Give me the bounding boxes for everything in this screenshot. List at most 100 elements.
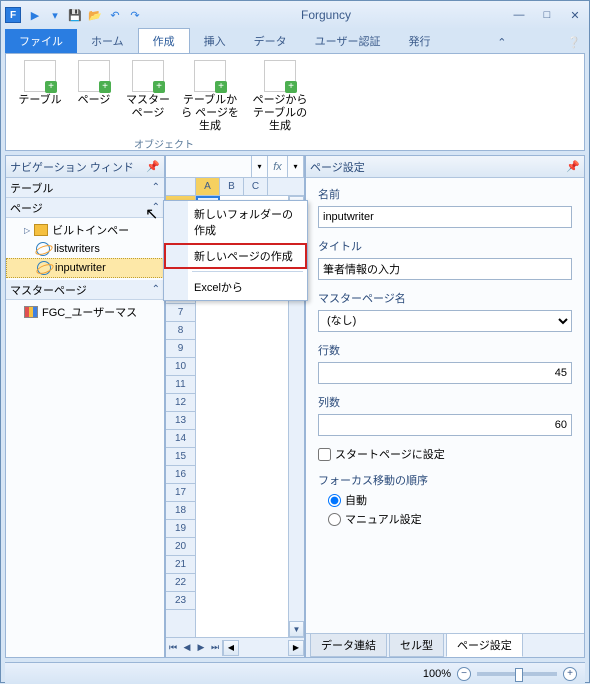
zoom-in-button[interactable]: +	[563, 667, 577, 681]
row-header[interactable]: 10	[166, 358, 195, 376]
ribbon-page-to-table[interactable]: ページから テーブルの生成	[246, 58, 314, 136]
name-box[interactable]	[166, 156, 252, 177]
table-to-page-icon	[194, 60, 226, 92]
row-header[interactable]: 19	[166, 520, 195, 538]
row-header[interactable]: 22	[166, 574, 195, 592]
quick-access-toolbar: ▶ ▾ 💾 📂 ↶ ↷	[27, 7, 143, 23]
row-header[interactable]: 20	[166, 538, 195, 556]
help-icon[interactable]: ❔	[559, 32, 589, 53]
minimize-button[interactable]: ―	[509, 7, 529, 23]
undo-icon[interactable]: ↶	[107, 7, 123, 23]
title-bar: F ▶ ▾ 💾 📂 ↶ ↷ Forguncy ― □ ✕	[1, 1, 589, 29]
tab-insert[interactable]: 挿入	[190, 29, 240, 53]
close-button[interactable]: ✕	[565, 7, 585, 23]
ribbon-tabs: ファイル ホーム 作成 挿入 データ ユーザー認証 発行 ⌃ ❔	[1, 29, 589, 53]
tab-create[interactable]: 作成	[138, 28, 190, 53]
tab-home[interactable]: ホーム	[77, 29, 138, 53]
scroll-right-icon[interactable]: ▶	[288, 640, 304, 656]
select-master[interactable]: (なし)	[318, 310, 572, 332]
tree-item-inputwriter[interactable]: inputwriter	[6, 258, 164, 278]
row-header[interactable]: 15	[166, 448, 195, 466]
col-header-a[interactable]: A	[196, 178, 220, 195]
row-header[interactable]: 16	[166, 466, 195, 484]
menu-from-excel[interactable]: Excelから	[164, 274, 307, 300]
run-icon[interactable]: ▶	[27, 7, 43, 23]
status-bar: 100% − +	[5, 662, 585, 684]
open-icon[interactable]: 📂	[87, 7, 103, 23]
menu-new-page[interactable]: 新しいページの作成	[164, 243, 307, 269]
row-header[interactable]: 17	[166, 484, 195, 502]
property-tabs: データ連結 セル型 ページ設定	[306, 633, 584, 657]
ribbon-new-table[interactable]: テーブル	[14, 58, 66, 136]
row-header[interactable]: 23	[166, 592, 195, 610]
redo-icon[interactable]: ↷	[127, 7, 143, 23]
section-table[interactable]: テーブル⌃	[6, 178, 164, 198]
col-header-b[interactable]: B	[220, 178, 244, 195]
tab-page-settings[interactable]: ページ設定	[446, 633, 523, 657]
input-name[interactable]	[318, 206, 572, 228]
props-header: ページ設定 📌	[306, 156, 584, 178]
tab-auth[interactable]: ユーザー認証	[301, 29, 395, 53]
radio-manual[interactable]	[328, 513, 341, 526]
fx-icon[interactable]: fx	[268, 156, 288, 177]
row-header[interactable]: 12	[166, 394, 195, 412]
label-name: 名前	[318, 186, 572, 202]
label-master: マスターページ名	[318, 290, 572, 306]
expand-icon[interactable]: ▷	[24, 226, 30, 235]
section-page[interactable]: ページ⌃	[6, 198, 164, 218]
tree-item-fgc-user[interactable]: FGC_ユーザーマス	[6, 302, 164, 322]
formula-dropdown[interactable]: ▾	[288, 156, 304, 177]
sheet-prev-icon[interactable]: ◀	[180, 642, 194, 653]
ribbon-body: テーブル ページ マスター ページ テーブルから ページを生成 ページから テー…	[5, 53, 585, 151]
sheet-last-icon[interactable]: ⏭	[208, 642, 222, 653]
input-title[interactable]	[318, 258, 572, 280]
select-all-corner[interactable]	[166, 178, 196, 196]
row-header[interactable]: 11	[166, 376, 195, 394]
chevron-up-icon: ⌃	[152, 182, 160, 193]
row-header[interactable]: 8	[166, 322, 195, 340]
tree-builtin-pages[interactable]: ▷ ビルトインペー	[6, 220, 164, 240]
properties-panel: ページ設定 📌 名前 タイトル マスターページ名 (なし) 行数 列数	[305, 155, 585, 658]
ribbon-collapse-icon[interactable]: ⌃	[489, 32, 514, 53]
sheet-first-icon[interactable]: ⏮	[166, 642, 180, 653]
scroll-left-icon[interactable]: ◀	[223, 640, 239, 656]
col-header-c[interactable]: C	[244, 178, 268, 195]
tab-data-link[interactable]: データ連結	[310, 633, 387, 657]
table-icon	[24, 60, 56, 92]
save-icon[interactable]: 💾	[67, 7, 83, 23]
ribbon-new-masterpage[interactable]: マスター ページ	[122, 58, 174, 136]
ribbon-new-page[interactable]: ページ	[68, 58, 120, 136]
zoom-out-button[interactable]: −	[457, 667, 471, 681]
radio-auto[interactable]	[328, 494, 341, 507]
scroll-down-icon[interactable]: ▼	[289, 621, 304, 637]
checkbox-startpage[interactable]	[318, 448, 331, 461]
masterpage-icon	[132, 60, 164, 92]
pin-icon[interactable]: 📌	[146, 160, 160, 173]
pin-icon[interactable]: 📌	[566, 160, 580, 173]
row-header[interactable]: 21	[166, 556, 195, 574]
maximize-button[interactable]: □	[537, 7, 557, 23]
section-masterpage[interactable]: マスターページ⌃	[6, 280, 164, 300]
sheet-next-icon[interactable]: ▶	[194, 642, 208, 653]
page-item-icon	[37, 261, 51, 275]
ribbon-table-to-page[interactable]: テーブルから ページを生成	[176, 58, 244, 136]
tab-data[interactable]: データ	[240, 29, 301, 53]
horizontal-scrollbar[interactable]: ◀ ▶	[222, 640, 304, 656]
menu-new-folder[interactable]: 新しいフォルダーの作成	[164, 201, 307, 243]
name-box-dropdown[interactable]: ▾	[252, 156, 268, 177]
row-header[interactable]: 13	[166, 412, 195, 430]
tree-item-listwriters[interactable]: listwriters	[6, 240, 164, 258]
input-cols[interactable]	[318, 414, 572, 436]
dropdown-icon[interactable]: ▾	[47, 7, 63, 23]
row-header[interactable]: 9	[166, 340, 195, 358]
row-header[interactable]: 18	[166, 502, 195, 520]
zoom-slider[interactable]	[477, 672, 557, 676]
tab-publish[interactable]: 発行	[394, 29, 444, 53]
masterpage-item-icon	[24, 306, 38, 318]
row-header[interactable]: 7	[166, 304, 195, 322]
tab-cell-type[interactable]: セル型	[389, 633, 444, 657]
row-header[interactable]: 14	[166, 430, 195, 448]
tab-file[interactable]: ファイル	[5, 29, 77, 53]
input-rows[interactable]	[318, 362, 572, 384]
nav-header: ナビゲーション ウィンド 📌	[6, 156, 164, 178]
